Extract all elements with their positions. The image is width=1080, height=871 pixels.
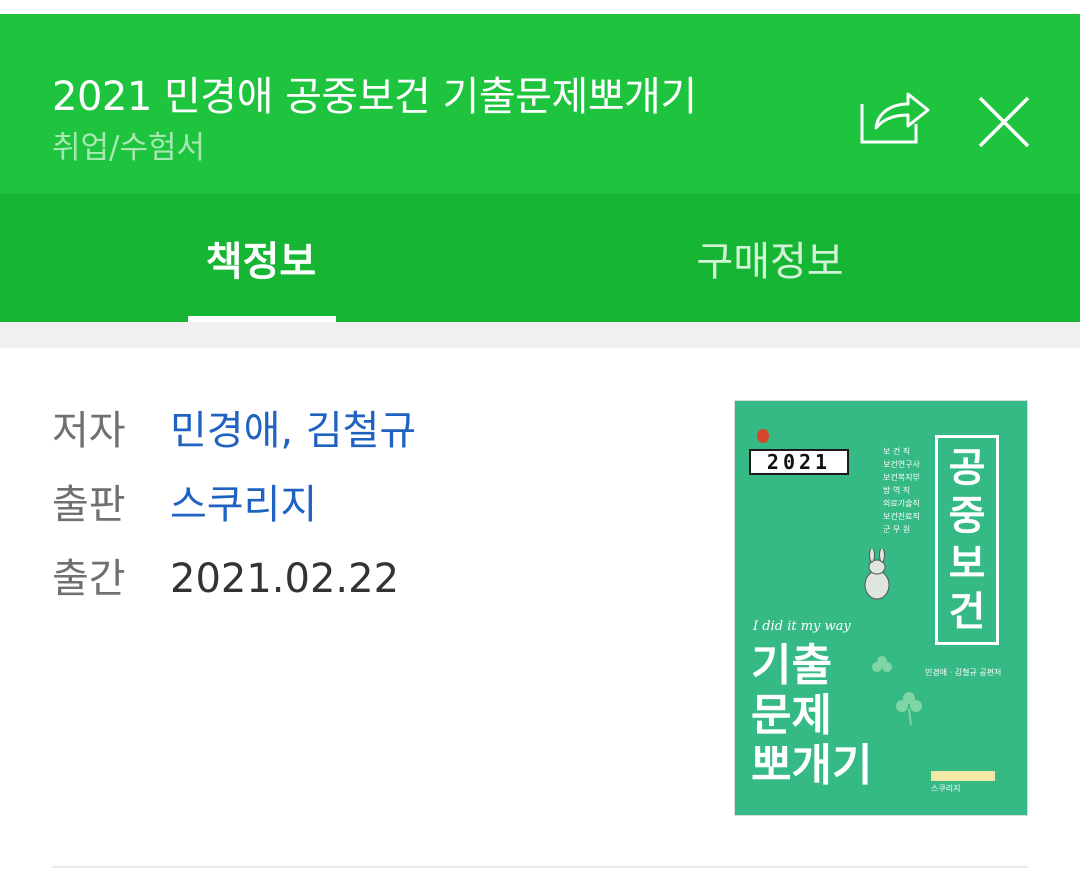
cover-job: 의료기술직 xyxy=(883,499,920,508)
cover-title-char: 공 xyxy=(948,445,986,491)
tab-book-info[interactable]: 책정보 xyxy=(150,194,372,322)
cover-job: 방 역 직 xyxy=(883,486,911,495)
author-row: 저자 민경애, 김철규 xyxy=(52,398,416,454)
apple-logo xyxy=(757,429,769,443)
status-strip xyxy=(0,0,1080,14)
cover-job: 보건복지부 xyxy=(883,473,920,482)
cover-authors: 민경애 · 김철규 공편저 xyxy=(925,668,1002,677)
cover-job: 보건연구사 xyxy=(883,460,920,469)
cover-publisher: 스쿠리지 xyxy=(931,784,961,793)
author-label: 저자 xyxy=(52,408,126,454)
cover-job-list: 보 건 직 보건연구사 보건복지부 방 역 직 의료기술직 보건진료직 군 무 … xyxy=(883,445,933,536)
publish-date-row: 출간 2021.02.22 xyxy=(52,546,399,602)
page-title: 2021 민경애 공중보건 기출문제뽀개기 xyxy=(52,74,697,120)
close-icon xyxy=(978,96,1030,148)
cover-main-title: 기출 문제 뽀개기 xyxy=(751,641,872,791)
tab-bar: 책정보 구매정보 xyxy=(0,194,1080,322)
cover-job: 보 건 직 xyxy=(883,447,911,456)
section-divider xyxy=(0,322,1080,348)
cover-title-line: 문제 xyxy=(751,690,832,741)
cover-title-char: 건 xyxy=(948,589,986,635)
publisher-link[interactable]: 스쿠리지 xyxy=(170,482,317,528)
book-cover-image[interactable]: 2021 보 건 직 보건연구사 보건복지부 방 역 직 의료기술직 보건진료직… xyxy=(734,400,1028,816)
cover-title-line: 뽀개기 xyxy=(751,740,873,791)
tab-purchase-info[interactable]: 구매정보 xyxy=(620,194,920,322)
cover-year: 2021 xyxy=(749,449,849,475)
cover-title-char: 보 xyxy=(948,541,986,587)
rabbit-illustration xyxy=(864,549,890,600)
cover-job: 보건진료직 xyxy=(883,512,920,521)
clover-icon xyxy=(872,656,892,672)
cover-tagline: I did it my way xyxy=(753,619,851,634)
share-icon xyxy=(860,92,930,144)
clover-icon xyxy=(896,692,922,726)
cover-title-char: 중 xyxy=(948,493,986,539)
close-button[interactable] xyxy=(974,92,1034,152)
publish-date-value: 2021.02.22 xyxy=(170,556,400,602)
app-header: 2021 민경애 공중보건 기출문제뽀개기 취업/수험서 xyxy=(0,14,1080,194)
cover-job: 군 무 원 xyxy=(883,525,911,534)
author-link[interactable]: 민경애, 김철규 xyxy=(170,408,416,454)
cover-vertical-title: 공 중 보 건 xyxy=(935,435,999,645)
publisher-row: 출판 스쿠리지 xyxy=(52,472,317,528)
cover-title-line: 기출 xyxy=(751,640,832,691)
cover-badge xyxy=(931,771,995,781)
publish-date-label: 출간 xyxy=(52,556,126,602)
category-label: 취업/수험서 xyxy=(52,130,206,166)
publisher-label: 출판 xyxy=(52,482,126,528)
section-bottom-divider xyxy=(52,866,1028,868)
share-button[interactable] xyxy=(858,84,932,146)
